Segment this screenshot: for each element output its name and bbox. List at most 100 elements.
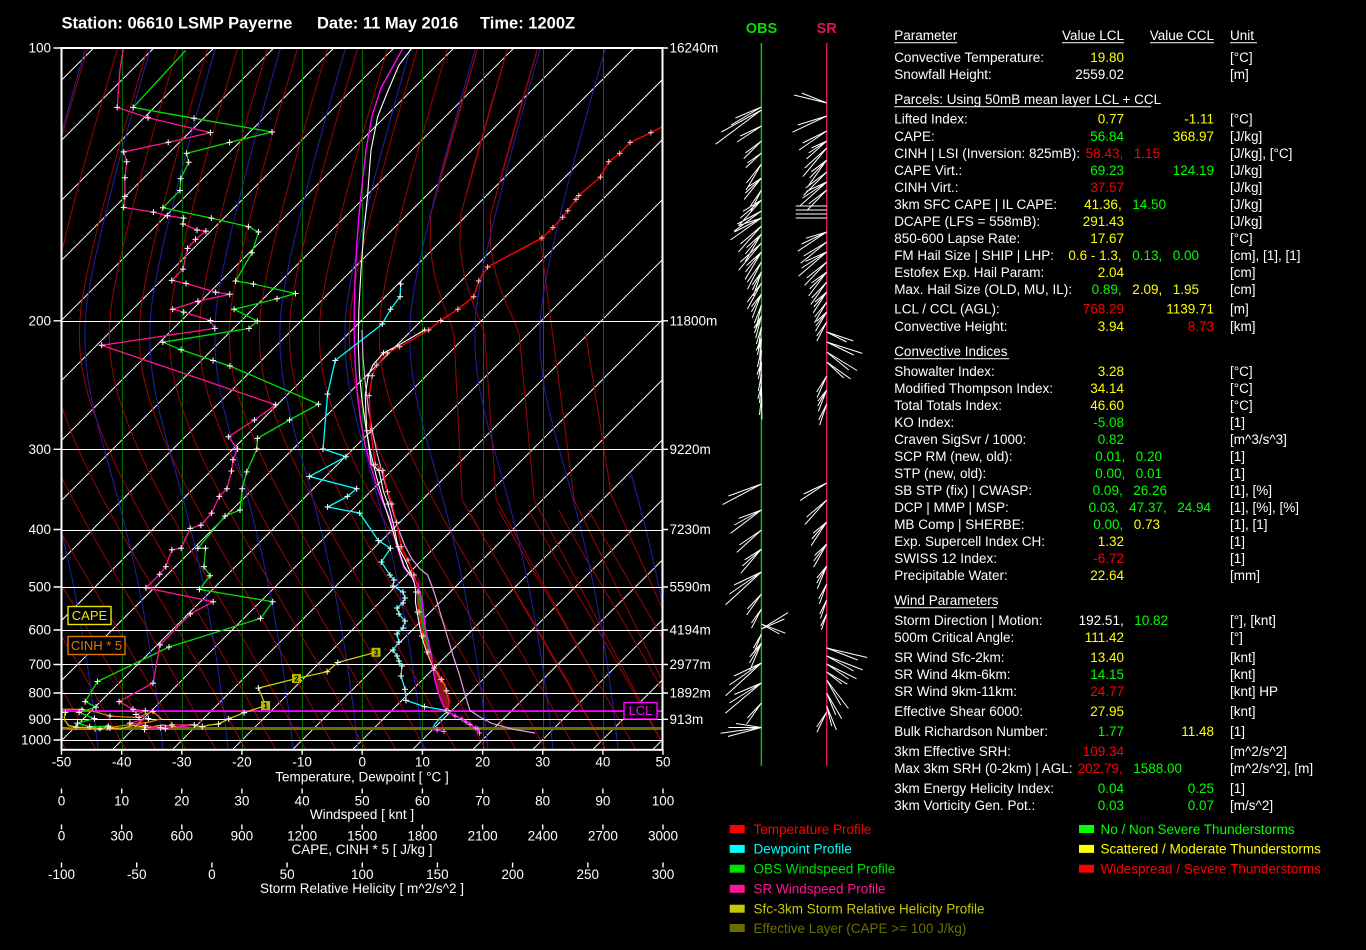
svg-text:-6.72: -6.72 <box>1093 551 1124 566</box>
svg-text:Scattered / Moderate Thunderst: Scattered / Moderate Thunderstorms <box>1101 842 1322 857</box>
svg-text:40: 40 <box>595 755 610 770</box>
svg-text:Precipitable Water:: Precipitable Water: <box>894 568 1008 583</box>
svg-text:[°C]: [°C] <box>1230 381 1253 396</box>
svg-text:200: 200 <box>501 867 524 882</box>
svg-text:[1]: [1] <box>1230 534 1245 549</box>
svg-text:Exp. Supercell Index CH:: Exp. Supercell Index CH: <box>894 534 1045 549</box>
svg-text:9220m: 9220m <box>670 442 711 457</box>
svg-text:[°C]: [°C] <box>1230 364 1253 379</box>
svg-text:11.48: 11.48 <box>1181 724 1214 739</box>
svg-text:[J/kg]: [J/kg] <box>1230 197 1262 212</box>
svg-text:[m^2/s^2], [m]: [m^2/s^2], [m] <box>1230 761 1313 776</box>
svg-text:[m^2/s^2]: [m^2/s^2] <box>1230 744 1287 759</box>
svg-text:OBS Windspeed Profile: OBS Windspeed Profile <box>754 862 896 877</box>
svg-text:SWISS 12 Index:: SWISS 12 Index: <box>894 551 997 566</box>
svg-text:Craven SigSvr / 1000:: Craven SigSvr / 1000: <box>894 432 1026 447</box>
svg-text:34.14: 34.14 <box>1090 381 1124 396</box>
svg-text:CINH Virt.:: CINH Virt.: <box>894 180 958 195</box>
svg-text:30: 30 <box>234 794 249 809</box>
svg-text:3km Vorticity Gen. Pot.:: 3km Vorticity Gen. Pot.: <box>894 798 1035 813</box>
svg-text:[cm]: [cm] <box>1230 265 1256 280</box>
svg-text:CINH * 5: CINH * 5 <box>71 638 122 653</box>
svg-text:0: 0 <box>58 829 66 844</box>
svg-text:7230m: 7230m <box>670 522 711 537</box>
svg-text:0: 0 <box>358 755 366 770</box>
svg-text:291.43: 291.43 <box>1083 214 1124 229</box>
svg-text:14.15: 14.15 <box>1090 667 1124 682</box>
svg-text:DCAPE (LFS = 558mB):: DCAPE (LFS = 558mB): <box>894 214 1040 229</box>
svg-text:80: 80 <box>535 794 550 809</box>
svg-text:CAPE, CINH * 5 [ J/kg ]: CAPE, CINH * 5 [ J/kg ] <box>291 842 432 857</box>
svg-text:Convective Temperature:: Convective Temperature: <box>894 50 1044 65</box>
svg-text:DCP | MMP | MSP:: DCP | MMP | MSP: <box>894 500 1009 515</box>
svg-text:Lifted Index:: Lifted Index: <box>894 111 968 126</box>
svg-text:[°C]: [°C] <box>1230 50 1253 65</box>
svg-text:1139.71: 1139.71 <box>1166 301 1214 316</box>
svg-text:No / Non Severe Thunderstorms: No / Non Severe Thunderstorms <box>1101 822 1295 837</box>
svg-text:1.77: 1.77 <box>1098 724 1124 739</box>
svg-text:[°C]: [°C] <box>1230 398 1253 413</box>
svg-text:250: 250 <box>577 867 600 882</box>
svg-text:[J/kg]: [J/kg] <box>1230 180 1262 195</box>
svg-text:[m]: [m] <box>1230 67 1249 82</box>
svg-text:0.03, 47.37, 24.94: 0.03, 47.37, 24.94 <box>1089 500 1212 515</box>
svg-text:56.84: 56.84 <box>1090 129 1124 144</box>
svg-text:[knt]: [knt] <box>1230 667 1256 682</box>
svg-text:16240m: 16240m <box>670 41 719 56</box>
svg-text:[mm]: [mm] <box>1230 568 1260 583</box>
svg-text:-50: -50 <box>127 867 147 882</box>
svg-text:1000: 1000 <box>21 733 51 748</box>
svg-text:-10: -10 <box>292 755 312 770</box>
svg-text:[knt] HP: [knt] HP <box>1230 684 1278 699</box>
svg-text:Wind Parameters: Wind Parameters <box>894 593 999 608</box>
svg-text:[°]: [°] <box>1230 630 1243 645</box>
svg-text:900: 900 <box>28 712 51 727</box>
svg-text:90: 90 <box>595 794 610 809</box>
svg-text:LCL: LCL <box>629 703 653 718</box>
svg-text:SB STP (fix) | CWASP:: SB STP (fix) | CWASP: <box>894 483 1032 498</box>
svg-text:3000: 3000 <box>648 829 678 844</box>
svg-text:SR: SR <box>817 21 838 37</box>
svg-text:0.01, 0.20: 0.01, 0.20 <box>1095 449 1162 464</box>
svg-text:10: 10 <box>114 794 129 809</box>
svg-text:Parcels: Using 50mB mean layer: Parcels: Using 50mB mean layer LCL + CCL <box>894 92 1161 107</box>
svg-text:0: 0 <box>208 867 216 882</box>
svg-text:13.40: 13.40 <box>1090 650 1124 665</box>
svg-text:-50: -50 <box>52 755 72 770</box>
svg-text:2.04: 2.04 <box>1098 265 1125 280</box>
svg-text:FM Hail Size | SHIP | LHP:: FM Hail Size | SHIP | LHP: <box>894 248 1054 263</box>
svg-text:Station: 06610 LSMP Payerne: Station: 06610 LSMP Payerne <box>62 15 293 33</box>
svg-text:[km]: [km] <box>1230 319 1256 334</box>
svg-text:SR Wind 9km-11km:: SR Wind 9km-11km: <box>894 684 1017 699</box>
svg-text:Temperature, Dewpoint [ °C ]: Temperature, Dewpoint [ °C ] <box>275 770 448 785</box>
svg-text:Estofex Exp. Hail Param:: Estofex Exp. Hail Param: <box>894 265 1044 280</box>
svg-text:[1], [1]: [1], [1] <box>1230 517 1268 532</box>
svg-text:-100: -100 <box>48 867 75 882</box>
svg-text:-1.11: -1.11 <box>1184 111 1214 126</box>
svg-text:10: 10 <box>415 755 430 770</box>
svg-text:2700: 2700 <box>588 829 618 844</box>
svg-text:600: 600 <box>28 623 51 638</box>
svg-text:3km Effective SRH:: 3km Effective SRH: <box>894 744 1011 759</box>
svg-text:3.28: 3.28 <box>1098 364 1124 379</box>
svg-text:200: 200 <box>28 313 51 328</box>
svg-text:-40: -40 <box>112 755 132 770</box>
svg-text:0.04: 0.04 <box>1098 781 1125 796</box>
svg-text:20: 20 <box>475 755 490 770</box>
svg-text:[J/kg], [°C]: [J/kg], [°C] <box>1230 146 1292 161</box>
svg-text:0.07: 0.07 <box>1188 798 1214 813</box>
svg-text:Storm Relative Helicity [ m^2: Storm Relative Helicity [ m^2/s^2 ] <box>260 881 464 896</box>
svg-text:50: 50 <box>655 755 670 770</box>
svg-text:Bulk Richardson Number:: Bulk Richardson Number: <box>894 724 1048 739</box>
svg-text:1.32: 1.32 <box>1098 534 1124 549</box>
svg-text:4194m: 4194m <box>670 623 711 638</box>
svg-text:0.09, 26.26: 0.09, 26.26 <box>1093 483 1167 498</box>
svg-text:0.89, 2.09, 1.95: 0.89, 2.09, 1.95 <box>1092 282 1199 297</box>
svg-text:850-600 Lapse Rate:: 850-600 Lapse Rate: <box>894 231 1020 246</box>
svg-text:Widespread / Severe Thundersto: Widespread / Severe Thunderstorms <box>1101 862 1322 877</box>
svg-text:Max 3km SRH (0-2km) | AGL:: Max 3km SRH (0-2km) | AGL: <box>894 761 1072 776</box>
svg-text:Temperature Profile: Temperature Profile <box>754 822 872 837</box>
svg-text:100: 100 <box>652 794 675 809</box>
svg-text:STP (new, old):: STP (new, old): <box>894 466 986 481</box>
svg-text:Convective Height:: Convective Height: <box>894 319 1007 334</box>
